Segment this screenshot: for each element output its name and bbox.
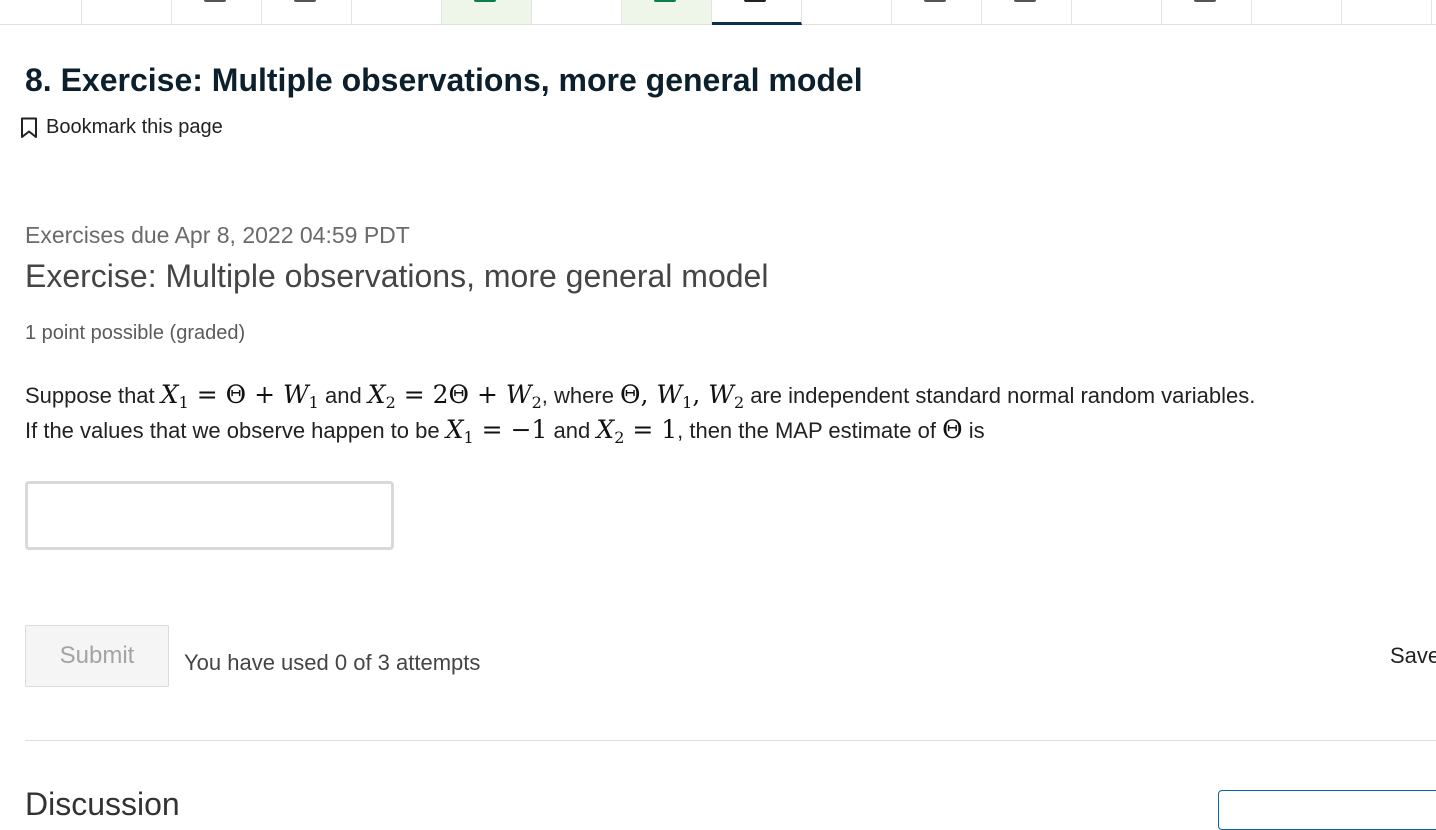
question-text-segment: and: [318, 383, 368, 408]
bookmark-button[interactable]: Bookmark this page: [20, 116, 223, 139]
sequence-tab[interactable]: [892, 0, 982, 24]
math-observation-x2: X2 = 1: [596, 415, 678, 447]
question-text-segment: , where: [541, 383, 621, 408]
submit-button[interactable]: Submit: [25, 625, 169, 687]
bookmark-icon: [21, 117, 37, 138]
sequence-tab[interactable]: [0, 0, 82, 24]
sequence-tab[interactable]: [1342, 0, 1432, 24]
section-divider: [25, 740, 1436, 741]
unit-icon: [474, 0, 496, 2]
sequence-nav: [0, 0, 1436, 25]
question-text-segment: is: [962, 418, 985, 443]
discussion-heading: Discussion: [25, 786, 180, 822]
sequence-tab[interactable]: [532, 0, 622, 24]
unit-icon: [204, 0, 226, 2]
unit-icon: [744, 0, 766, 2]
attempts-count: You have used 0 of 3 attempts: [184, 650, 481, 675]
math-equation-x1: X1 = Θ + W1: [160, 380, 319, 412]
math-variables: Θ, W1, W2: [620, 380, 745, 412]
unit-icon: [924, 0, 946, 2]
unit-icon: [654, 0, 676, 2]
sequence-tab-active[interactable]: [712, 0, 802, 25]
math-theta: Θ: [942, 415, 963, 444]
bookmark-label: Bookmark this page: [46, 116, 223, 138]
question-text: Suppose that X1 = Θ + W1 and X2 = 2Θ + W…: [25, 378, 1436, 448]
sequence-tab[interactable]: [352, 0, 442, 24]
question-text-segment: are independent standard normal random v…: [744, 383, 1256, 408]
sequence-tab[interactable]: [1252, 0, 1342, 24]
sequence-tab[interactable]: [1162, 0, 1252, 24]
unit-icon: [1194, 0, 1216, 2]
discussion-toggle-button[interactable]: [1218, 790, 1436, 830]
points-possible: 1 point possible (graded): [25, 322, 246, 344]
problem-title: Exercise: Multiple observations, more ge…: [25, 258, 769, 294]
math-equation-x2: X2 = 2Θ + W2: [367, 380, 542, 412]
due-date: Exercises due Apr 8, 2022 04:59 PDT: [25, 222, 410, 248]
sequence-tab[interactable]: [82, 0, 172, 24]
question-line: If the values that we observe happen to …: [25, 413, 1436, 448]
question-text-segment: , then the MAP estimate of: [677, 418, 943, 443]
sequence-tab[interactable]: [262, 0, 352, 24]
math-observation-x1: X1 = −1: [445, 415, 548, 447]
question-line: Suppose that X1 = Θ + W1 and X2 = 2Θ + W…: [25, 378, 1436, 413]
sequence-tab[interactable]: [982, 0, 1072, 24]
save-button[interactable]: Save: [1390, 643, 1436, 669]
question-text-segment: Suppose that: [25, 383, 161, 408]
sequence-tab[interactable]: [172, 0, 262, 24]
sequence-tab[interactable]: [1072, 0, 1162, 24]
sequence-tab-complete[interactable]: [442, 0, 532, 24]
unit-icon: [1014, 0, 1036, 2]
sequence-tab-complete[interactable]: [622, 0, 712, 24]
question-text-segment: and: [547, 418, 597, 443]
unit-title: 8. Exercise: Multiple observations, more…: [25, 62, 863, 98]
sequence-tab[interactable]: [802, 0, 892, 24]
answer-input[interactable]: [25, 481, 394, 550]
question-text-segment: If the values that we observe happen to …: [25, 418, 446, 443]
unit-icon: [294, 0, 316, 2]
